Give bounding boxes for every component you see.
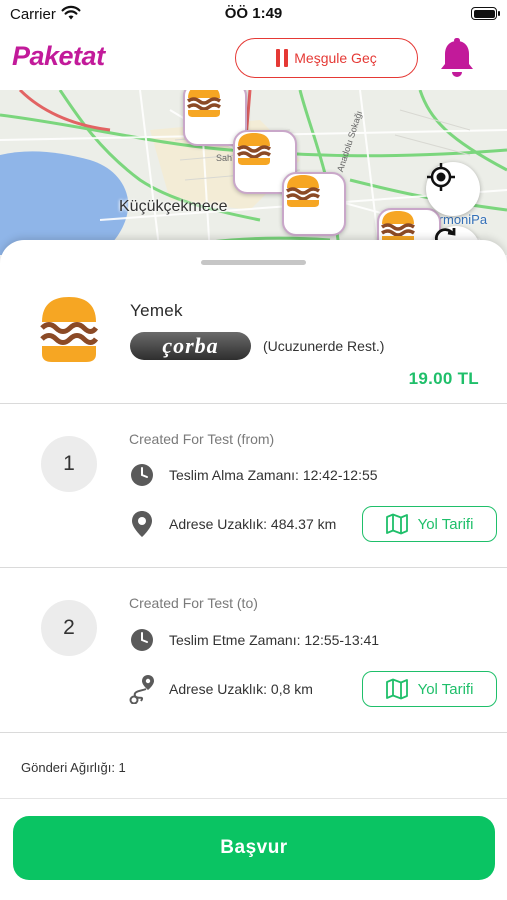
app-header: Paketat Meşgule Geç: [0, 30, 507, 90]
busy-toggle-label: Meşgule Geç: [294, 50, 377, 66]
burger-icon: [237, 133, 271, 165]
stop-title: Created For Test (to): [129, 595, 258, 611]
map-icon: [385, 513, 408, 535]
locate-icon: [427, 163, 455, 191]
divider: [0, 732, 507, 733]
brand-logo-text: çorba: [162, 333, 219, 358]
burger-icon: [286, 175, 320, 207]
stop-number-badge: 1: [41, 436, 97, 492]
order-header: Yemek çorba (Ucuzunerde Rest.) 19.00 TL: [0, 280, 507, 404]
map-place-label: Küçükçekmece: [119, 198, 228, 215]
stop-number-badge: 2: [41, 600, 97, 656]
shipment-weight: Gönderi Ağırlığı: 1: [21, 760, 126, 775]
burger-icon: [40, 297, 98, 362]
order-price: 19.00 TL: [408, 369, 479, 388]
dropoff-distance-row: Adrese Uzaklık: 0,8 km: [129, 675, 313, 704]
order-category: Yemek: [130, 301, 183, 320]
restaurant-name: (Ucuzunerde Rest.): [263, 338, 385, 354]
burger-icon: [187, 90, 221, 117]
status-bar: Carrier ÖÖ 1:49: [0, 0, 507, 30]
map-view[interactable]: Sah Anadolu Sokağı Küçükçekmece ArmoniPa: [0, 90, 507, 255]
route-icon: [129, 675, 155, 704]
apply-button[interactable]: Başvur: [13, 816, 495, 880]
map-street-label-2: Sah: [216, 153, 233, 163]
dropoff-time-text: Teslim Etme Zamanı: 12:55-13:41: [169, 632, 380, 648]
battery-icon: [471, 7, 500, 20]
map-icon: [385, 678, 408, 700]
directions-label: Yol Tarifi: [417, 515, 474, 533]
locate-me-button[interactable]: [426, 162, 480, 216]
restaurant-brand-logo: çorba: [130, 332, 251, 360]
pickup-directions-button[interactable]: Yol Tarifi: [362, 506, 497, 542]
app-logo: Paketat: [12, 41, 105, 71]
dropoff-time-row: Teslim Etme Zamanı: 12:55-13:41: [129, 627, 379, 653]
clock-icon: [129, 462, 155, 488]
busy-toggle-button[interactable]: Meşgule Geç: [235, 38, 418, 78]
apply-button-label: Başvur: [220, 837, 288, 858]
status-time: ÖÖ 1:49: [224, 5, 283, 22]
stop-title: Created For Test (from): [129, 431, 275, 447]
map-restaurant-pin[interactable]: [282, 172, 346, 236]
sheet-drag-handle[interactable]: [201, 260, 306, 265]
pause-icon: [276, 49, 289, 67]
bell-icon[interactable]: [438, 37, 476, 81]
apply-bar: Başvur: [0, 798, 507, 900]
dropoff-distance-text: Adrese Uzaklık: 0,8 km: [169, 681, 313, 697]
location-pin-icon: [129, 511, 155, 537]
directions-label: Yol Tarifi: [417, 680, 474, 698]
dropoff-stop: 2 Created For Test (to) Teslim Etme Zama…: [0, 568, 507, 731]
pickup-time-row: Teslim Alma Zamanı: 12:42-12:55: [129, 462, 378, 488]
pickup-stop: 1 Created For Test (from) Teslim Alma Za…: [0, 404, 507, 567]
pickup-time-text: Teslim Alma Zamanı: 12:42-12:55: [169, 467, 378, 483]
clock-icon: [129, 627, 155, 653]
pickup-distance-row: Adrese Uzaklık: 484.37 km: [129, 511, 336, 537]
burger-icon: [381, 211, 415, 243]
order-detail-sheet: Yemek çorba (Ucuzunerde Rest.) 19.00 TL …: [0, 240, 507, 800]
dropoff-directions-button[interactable]: Yol Tarifi: [362, 671, 497, 707]
pickup-distance-text: Adrese Uzaklık: 484.37 km: [169, 516, 337, 532]
